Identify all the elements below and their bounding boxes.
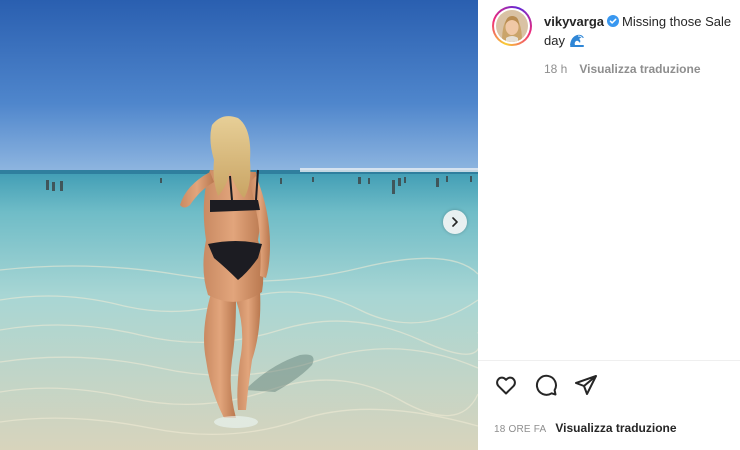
divider [478, 360, 740, 361]
caption-meta: 18 h Visualizza traduzione [544, 62, 701, 76]
post-caption: vikyvarga Missing those Sale day [544, 12, 738, 50]
see-translation-link[interactable]: Visualizza traduzione [579, 62, 700, 76]
post-photo[interactable] [0, 0, 478, 450]
heart-icon [496, 376, 516, 395]
comment-button[interactable] [534, 373, 558, 397]
beach-photo [0, 0, 478, 450]
post-side-panel: vikyvarga Missing those Sale day 18 h Vis… [478, 0, 740, 450]
post-time: 18 ORE FA [494, 424, 547, 435]
username[interactable]: vikyvarga [544, 14, 604, 29]
action-bar [494, 373, 614, 397]
chevron-right-icon [452, 217, 458, 227]
see-translation-footer-link[interactable]: Visualizza traduzione [555, 421, 676, 435]
send-icon [575, 375, 597, 395]
caption-row: vikyvarga Missing those Sale day [492, 6, 738, 50]
avatar[interactable] [492, 6, 532, 46]
avatar-image [496, 10, 528, 42]
like-button[interactable] [494, 373, 518, 397]
comment-icon [535, 374, 557, 396]
post-footer: 18 ORE FA Visualizza traduzione [494, 421, 677, 435]
wave-emoji-icon [569, 34, 584, 47]
next-photo-button[interactable] [443, 210, 467, 234]
caption-time: 18 h [544, 62, 568, 76]
share-button[interactable] [574, 373, 598, 397]
verified-badge-icon [607, 15, 619, 27]
